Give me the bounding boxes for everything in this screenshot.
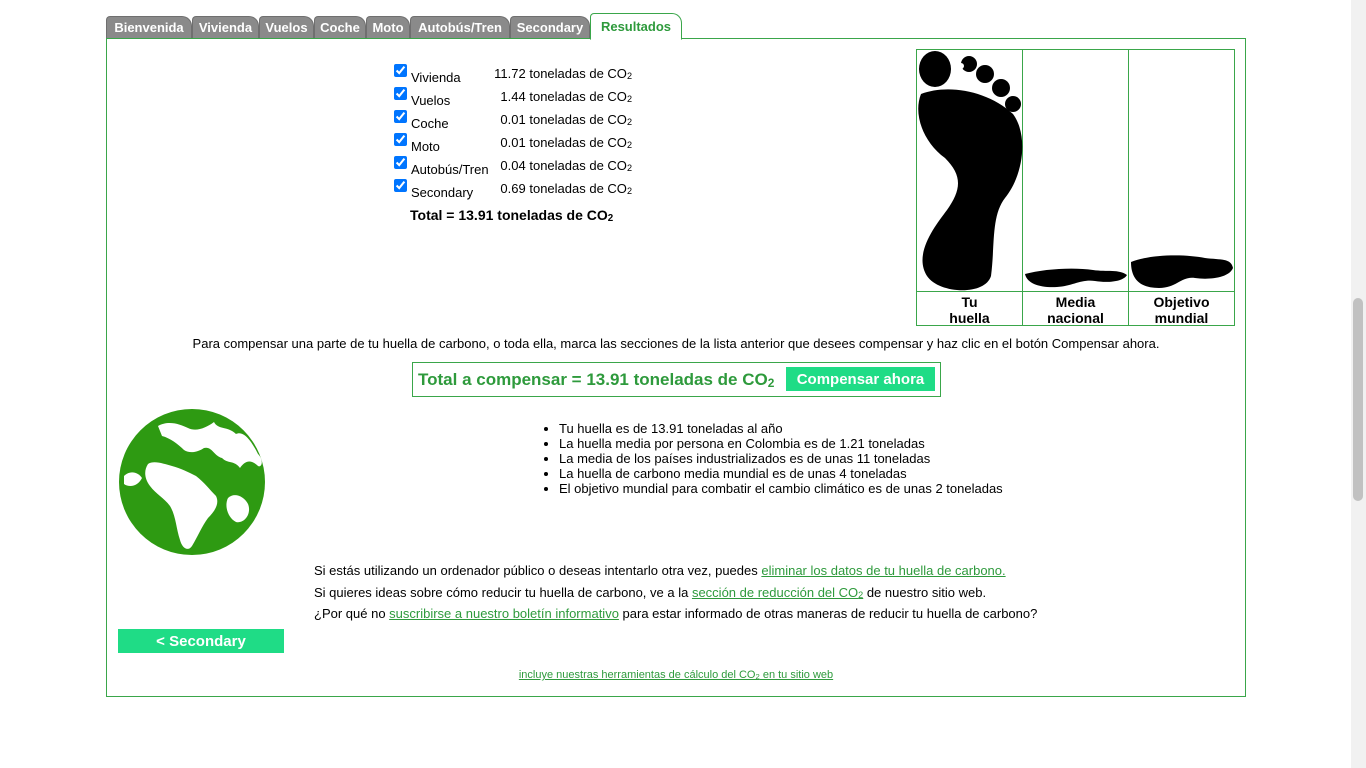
tab-bienvenida[interactable]: Bienvenida — [106, 16, 192, 38]
footer: incluye nuestras herramientas de cálculo… — [0, 669, 1352, 681]
embed-tools-link[interactable]: incluye nuestras herramientas de cálculo… — [519, 669, 833, 681]
globe-icon — [119, 409, 265, 555]
footprint-column-you — [917, 50, 1023, 291]
extra-links: Si estás utilizando un ordenador público… — [314, 563, 1037, 628]
fact-item: La huella de carbono media mundial es de… — [559, 466, 1003, 481]
tab-resultados[interactable]: Resultados — [590, 13, 682, 40]
footprint-comparison: Tu huella Media nacional Objetivo mundial — [916, 49, 1235, 326]
checkbox-moto[interactable] — [394, 133, 407, 146]
reduction-section-link[interactable]: sección de reducción del CO2 — [692, 585, 863, 600]
checkbox-secondary[interactable] — [394, 179, 407, 192]
tab-moto[interactable]: Moto — [366, 16, 410, 38]
tab-coche[interactable]: Coche — [314, 16, 366, 38]
compensate-now-button[interactable]: Compensar ahora — [786, 367, 935, 391]
target-footprint-icon — [1131, 255, 1233, 288]
compensate-instructions: Para compensar una parte de tu huella de… — [192, 336, 1160, 351]
footprint-column-target — [1129, 50, 1234, 291]
compensate-box: Total a compensar = 13.91 toneladas de C… — [412, 362, 941, 397]
compensate-total: Total a compensar = 13.91 toneladas de C… — [418, 370, 775, 390]
tab-vuelos[interactable]: Vuelos — [259, 16, 314, 38]
back-secondary-button[interactable]: < Secondary — [118, 629, 284, 653]
checkbox-vuelos[interactable] — [394, 87, 407, 100]
fact-item: La huella media por persona en Colombia … — [559, 436, 1003, 451]
footprint-column-national — [1023, 50, 1129, 291]
result-value: 0.69 toneladas de CO2 — [500, 181, 632, 197]
small-footprint-icon — [1025, 268, 1127, 288]
vertical-scrollbar[interactable] — [1351, 0, 1366, 768]
newsletter-link[interactable]: suscribirse a nuestro boletín informativ… — [389, 606, 619, 621]
scrollbar-thumb[interactable] — [1353, 298, 1363, 501]
label-national-average: Media nacional — [1023, 291, 1129, 326]
fact-item: Tu huella es de 13.91 toneladas al año — [559, 421, 1003, 436]
reset-data-link[interactable]: eliminar los datos de tu huella de carbo… — [761, 563, 1005, 578]
label-world-target: Objetivo mundial — [1129, 291, 1234, 326]
large-footprint-icon — [918, 51, 1023, 291]
newsletter-line: ¿Por qué no suscribirse a nuestro boletí… — [314, 606, 1038, 621]
tab-autobus-tren[interactable]: Autobús/Tren — [410, 16, 510, 38]
tab-vivienda[interactable]: Vivienda — [192, 16, 259, 38]
checkbox-vivienda[interactable] — [394, 64, 407, 77]
fact-item: El objetivo mundial para combatir el cam… — [559, 481, 1003, 496]
checkbox-coche[interactable] — [394, 110, 407, 123]
fact-item: La media de los países industrializados … — [559, 451, 1003, 466]
result-value: 0.04 toneladas de CO2 — [500, 158, 632, 174]
result-value: 11.72 toneladas de CO2 — [494, 66, 632, 82]
label-your-footprint: Tu huella — [917, 291, 1023, 326]
result-value: 0.01 toneladas de CO2 — [500, 135, 632, 151]
footprint-facts-list: Tu huella es de 13.91 toneladas al año L… — [540, 421, 1003, 496]
result-value: 0.01 toneladas de CO2 — [500, 112, 632, 128]
result-value: 1.44 toneladas de CO2 — [500, 89, 632, 105]
checkbox-autobus-tren[interactable] — [394, 156, 407, 169]
tab-secondary[interactable]: Secondary — [510, 16, 590, 38]
reset-line: Si estás utilizando un ordenador público… — [314, 563, 1006, 578]
total-footprint: Total = 13.91 toneladas de CO2 — [410, 207, 614, 225]
reduction-line: Si quieres ideas sobre cómo reducir tu h… — [314, 584, 987, 600]
